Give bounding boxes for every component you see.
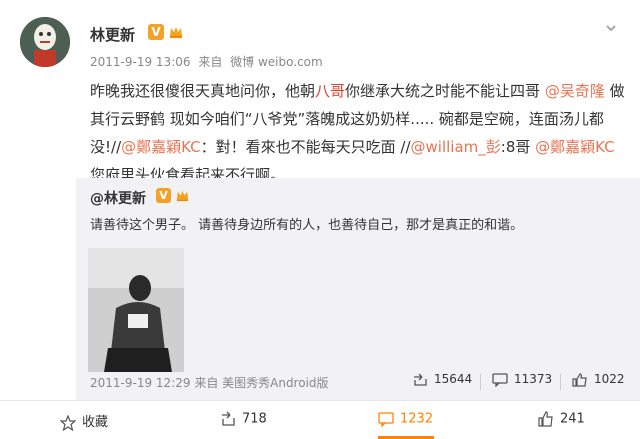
verified-icon: V — [148, 24, 164, 40]
post-meta: 2011-9-19 13:06 来自 微博 weibo.com — [90, 53, 327, 70]
favorite-button[interactable]: 收藏 — [59, 411, 108, 431]
repost-meta[interactable]: 2011-9-19 12:29 来自 美图秀秀Android版 — [90, 374, 329, 391]
weibo-post-card: 林更新 V 2011-9-19 13:06 来自 微博 weibo.com 昨晚… — [0, 0, 640, 439]
post-time[interactable]: 2011-9-19 13:06 — [90, 55, 191, 69]
post-text: 昨晚我还很傻很天真地问你，他朝八哥你继承大统之时能不能让四哥 @吴奇隆 做其行云… — [90, 82, 625, 184]
repost-comment-count[interactable]: 11373 — [492, 372, 552, 388]
mention-link[interactable]: @william_彭 — [411, 138, 501, 156]
keyword-link[interactable]: 八哥 — [315, 82, 345, 100]
comment-button[interactable]: 1232 — [378, 411, 433, 428]
like-button[interactable]: 241 — [538, 411, 585, 427]
repost-forward-count[interactable]: 15644 — [412, 372, 472, 387]
mention-link[interactable]: @鄭嘉穎KC — [121, 138, 201, 156]
comment-icon — [492, 372, 508, 388]
action-bar: 收藏 718 1232 241 — [0, 400, 640, 439]
chevron-down-icon[interactable] — [604, 20, 618, 34]
repost-text: 请善待这个男子。 请善待身边所有的人，也善待自己，那才是真正的和谐。 — [90, 218, 524, 233]
crown-icon — [168, 24, 184, 40]
thumbs-up-icon — [538, 411, 553, 427]
crown-icon — [175, 188, 190, 203]
repost-photo[interactable] — [88, 248, 184, 372]
verified-icon: V — [156, 188, 171, 203]
thumbs-up-icon — [572, 372, 587, 387]
username[interactable]: 林更新 — [90, 24, 135, 45]
mention-link[interactable]: @鄭嘉穎KC — [535, 138, 615, 156]
forward-icon — [414, 373, 427, 386]
repost-like-count[interactable]: 1022 — [572, 372, 625, 387]
avatar[interactable] — [20, 17, 70, 67]
comment-icon — [378, 412, 394, 428]
repost-block: @林更新 V 请善待这个男子。 请善待身边所有的人，也善待自己，那才是真正的和谐… — [76, 178, 640, 400]
post-from-label: 来自 — [198, 55, 223, 69]
divider — [480, 374, 481, 390]
forward-icon — [222, 411, 235, 426]
star-icon — [59, 413, 77, 431]
repost-author[interactable]: @林更新 — [90, 188, 146, 208]
mention-link[interactable]: @吴奇隆 — [545, 82, 605, 100]
divider — [560, 374, 561, 390]
forward-button[interactable]: 718 — [220, 411, 267, 427]
post-source[interactable]: 微博 weibo.com — [230, 55, 323, 69]
